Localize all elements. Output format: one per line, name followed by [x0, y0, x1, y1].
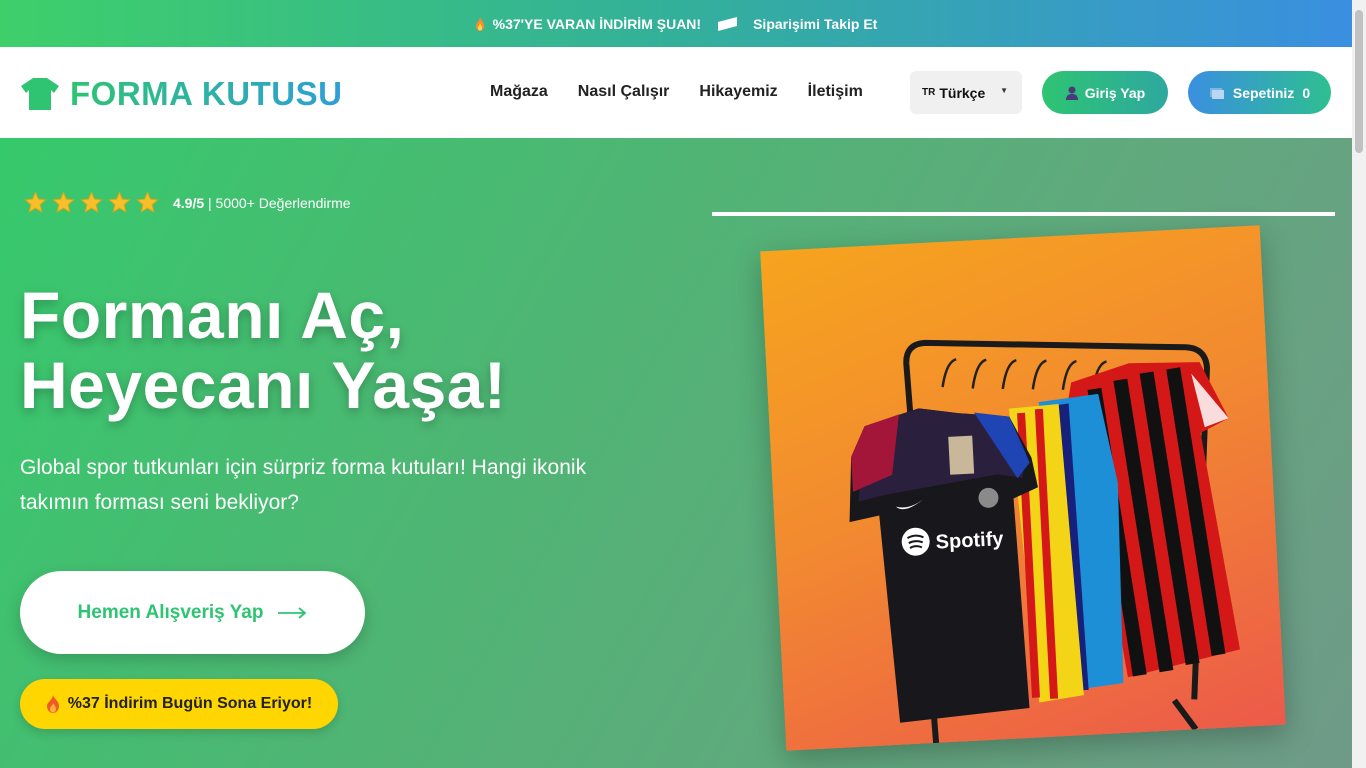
main-nav: Mağaza Nasıl Çalışır Hikayemiz İletişim — [490, 83, 863, 101]
track-order-link[interactable]: Siparişimi Takip Et — [717, 16, 877, 32]
site-header: FORMA KUTUSU Mağaza Nasıl Çalışır Hikaye… — [0, 47, 1352, 138]
shop-now-label: Hemen Alışveriş Yap — [77, 601, 264, 623]
nav-item-our-story[interactable]: Hikayemiz — [699, 83, 777, 101]
shop-now-button[interactable]: Hemen Alışveriş Yap — [20, 571, 365, 654]
cart-label: Sepetiniz — [1232, 84, 1295, 101]
login-button[interactable]: Giriş Yap — [1042, 71, 1168, 114]
page-scrollbar[interactable] — [1352, 0, 1366, 768]
language-label: Türkçe — [939, 84, 986, 101]
star-icon — [136, 191, 159, 213]
nav-item-how-it-works[interactable]: Nasıl Çalışır — [578, 83, 670, 101]
flame-icon — [475, 16, 484, 31]
language-select[interactable]: TR Türkçe ▼ — [910, 71, 1022, 114]
divider-line — [712, 212, 1335, 216]
promo-message: %37'YE VARAN İNDİRİM ŞUAN! — [475, 16, 701, 32]
truck-icon — [718, 16, 738, 31]
hero-headline: Formanı Aç, Heyecanı Yaşa! — [20, 280, 660, 420]
language-flag-code: TR — [922, 87, 936, 98]
chevron-down-icon: ▼ — [1000, 86, 1008, 95]
user-icon — [1065, 86, 1078, 100]
logo-text: FORMA KUTUSU — [70, 75, 343, 112]
rating-count: | 5000+ Değerlendirme — [208, 194, 351, 211]
cart-button[interactable]: Sepetiniz 0 — [1188, 71, 1331, 114]
cart-icon — [1209, 87, 1224, 99]
arrow-right-icon — [278, 606, 307, 619]
sale-countdown-badge[interactable]: %37 İndirim Bugün Sona Eriyor! — [20, 679, 338, 729]
rating-summary: 4.9/5 | 5000+ Değerlendirme — [24, 191, 351, 214]
fire-icon — [46, 695, 59, 713]
rating-stars — [24, 191, 159, 214]
nav-item-contact[interactable]: İletişim — [808, 83, 863, 101]
star-icon — [52, 191, 75, 213]
hero-product-image: Spotify — [760, 225, 1286, 751]
track-order-text: Siparişimi Takip Et — [753, 15, 878, 32]
rating-score: 4.9/5 — [173, 194, 205, 211]
announcement-bar: %37'YE VARAN İNDİRİM ŞUAN! Siparişimi Ta… — [0, 0, 1352, 47]
rating-text: 4.9/5 | 5000+ Değerlendirme — [173, 195, 351, 211]
hero-subtitle: Global spor tutkunları için sürpriz form… — [20, 456, 587, 514]
cart-count: 0 — [1302, 84, 1311, 101]
hero-section: 4.9/5 | 5000+ Değerlendirme Formanı Aç, … — [0, 138, 1352, 768]
jersey-rack-illustration: Spotify — [849, 339, 1240, 749]
star-icon — [80, 191, 103, 213]
star-icon — [108, 191, 131, 213]
jersey-icon — [21, 78, 59, 110]
nav-item-shop[interactable]: Mağaza — [490, 83, 548, 101]
promo-text: %37'YE VARAN İNDİRİM ŞUAN! — [492, 15, 702, 32]
site-logo[interactable]: FORMA KUTUSU — [20, 75, 342, 113]
star-icon — [24, 191, 47, 213]
sale-badge-label: %37 İndirim Bugün Sona Eriyor! — [67, 695, 313, 712]
headline-line-2: Heyecanı Yaşa! — [20, 348, 507, 422]
jersey-sponsor-text: Spotify — [935, 528, 1005, 554]
login-label: Giriş Yap — [1084, 84, 1146, 101]
scrollbar-thumb[interactable] — [1355, 10, 1363, 153]
headline-line-1: Formanı Aç, — [20, 278, 405, 352]
